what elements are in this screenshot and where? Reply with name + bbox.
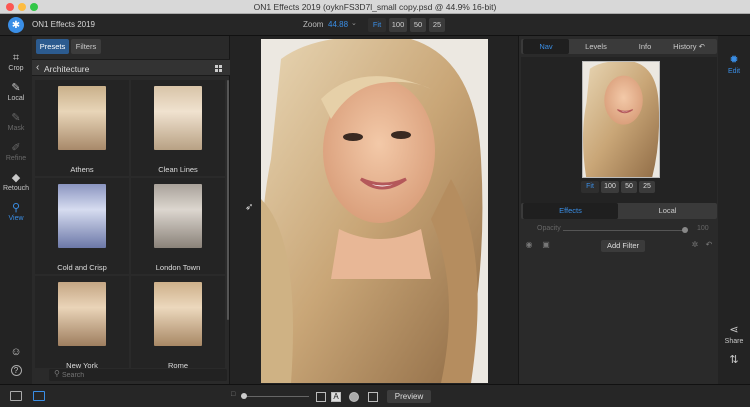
portrait-image: [261, 39, 488, 383]
right-panel: Nav Levels Info History ↶ Fit 100 50 25 …: [518, 36, 718, 384]
nav-tabs: Nav Levels Info History ↶: [521, 39, 717, 54]
toggle-left-panel-icon[interactable]: [10, 391, 22, 401]
category-breadcrumb[interactable]: ‹ Architecture: [32, 59, 230, 76]
opacity-control: Opacity 100: [519, 225, 719, 235]
account-icon[interactable]: ☺: [0, 346, 32, 358]
add-filter-button[interactable]: Add Filter: [601, 240, 645, 252]
retouch-icon: ◆: [11, 172, 21, 184]
opacity-label: Opacity: [537, 225, 561, 232]
app-name: ON1 Effects 2019: [32, 20, 95, 29]
zoom-25-button[interactable]: 25: [429, 18, 445, 32]
tool-retouch[interactable]: ◆ Retouch: [0, 172, 32, 192]
tab-nav[interactable]: Nav: [523, 39, 569, 54]
thumbnail-size-knob[interactable]: [241, 393, 247, 399]
preset-cold-and-crisp[interactable]: Cold and Crisp: [35, 178, 129, 274]
search-input[interactable]: [62, 370, 212, 380]
tool-crop[interactable]: ⌗ Crop: [0, 52, 32, 72]
help-icon[interactable]: ?: [0, 365, 32, 376]
grid-view-icon[interactable]: [215, 65, 222, 72]
mask-icon[interactable]: ▣: [541, 240, 551, 250]
opacity-slider-knob[interactable]: [682, 227, 688, 233]
tool-view[interactable]: ⚲ View: [0, 202, 32, 222]
top-toolbar: ✱ ON1 Effects 2019 Zoom 44.88 ⌄ Fit 100 …: [0, 14, 750, 36]
nav-fit-button[interactable]: Fit: [581, 181, 599, 193]
tab-filters[interactable]: Filters: [71, 39, 101, 54]
layer-tabs: Effects Local: [521, 203, 717, 219]
tool-refine[interactable]: ✐ Refine: [0, 142, 32, 162]
preset-thumbnail: [154, 282, 202, 346]
edit-note-icon[interactable]: [368, 392, 378, 402]
navigator: Fit 100 50 25: [521, 57, 717, 215]
nav-100-button[interactable]: 100: [601, 181, 619, 193]
chevron-left-icon[interactable]: ‹: [36, 62, 39, 73]
tab-presets[interactable]: Presets: [36, 39, 69, 54]
mouse-cursor-icon: ➶: [245, 202, 254, 213]
undo-icon: ↶: [698, 42, 705, 51]
tool-mask[interactable]: ✎ Mask: [0, 112, 32, 132]
small-thumb-icon: □: [231, 391, 236, 398]
zoom-label: Zoom: [303, 20, 324, 29]
preview-button[interactable]: Preview: [387, 390, 431, 403]
module-edit[interactable]: ✹ Edit: [718, 54, 750, 75]
export-icon[interactable]: ⇅: [718, 354, 750, 367]
tab-local[interactable]: Local: [620, 203, 715, 219]
window-title: ON1 Effects 2019 (oyknFS3D7l_small copy.…: [253, 2, 497, 12]
preset-thumbnail: [58, 86, 106, 150]
tab-history[interactable]: History ↶: [669, 39, 709, 54]
reset-icon[interactable]: ↶: [704, 240, 714, 250]
opacity-value: 100: [697, 225, 709, 232]
preset-rome[interactable]: Rome: [131, 276, 225, 370]
refine-brush-icon: ✐: [11, 142, 21, 154]
gear-icon[interactable]: ✲: [690, 240, 700, 250]
zoom-fit-button[interactable]: Fit: [368, 18, 386, 32]
filter-row: ◉ ▣ Add Filter ✲ ↶: [519, 239, 719, 253]
navigator-thumbnail[interactable]: [582, 61, 660, 178]
right-tool-rail: ✹ Edit ⋖ Share ⇅: [718, 36, 750, 384]
image-canvas[interactable]: [230, 36, 518, 384]
app-logo-icon: ✱: [8, 17, 24, 33]
chevron-down-icon[interactable]: ⌄: [351, 19, 357, 27]
preset-athens[interactable]: Athens: [35, 80, 129, 176]
zoom-value[interactable]: 44.88: [328, 20, 348, 29]
zoom-view-icon: ⚲: [11, 202, 21, 214]
preset-clean-lines[interactable]: Clean Lines: [131, 80, 225, 176]
opacity-slider[interactable]: [563, 230, 685, 231]
preset-new-york[interactable]: New York: [35, 276, 129, 370]
text-overlay-icon[interactable]: A: [331, 392, 341, 402]
nav-50-button[interactable]: 50: [621, 181, 637, 193]
preset-london-town[interactable]: London Town: [131, 178, 225, 274]
mask-view-icon[interactable]: [349, 392, 359, 402]
tab-levels[interactable]: Levels: [573, 39, 619, 54]
bottom-bar: □ A Preview: [0, 384, 750, 407]
tab-info[interactable]: Info: [623, 39, 667, 54]
preset-thumbnail: [154, 184, 202, 248]
window-title-bar: ON1 Effects 2019 (oyknFS3D7l_small copy.…: [0, 0, 750, 14]
preset-thumbnail: [58, 184, 106, 248]
module-share[interactable]: ⋖ Share: [718, 324, 750, 345]
left-tool-rail: ⌗ Crop ✎ Local ✎ Mask ✐ Refine ◆ Retouch…: [0, 36, 32, 384]
brush-icon: ✎: [11, 82, 21, 94]
category-title: Architecture: [44, 64, 90, 74]
edit-gear-icon: ✹: [729, 54, 739, 66]
camera-icon[interactable]: ◉: [524, 240, 534, 250]
tool-local[interactable]: ✎ Local: [0, 82, 32, 102]
zoom-50-button[interactable]: 50: [410, 18, 426, 32]
tab-effects[interactable]: Effects: [523, 203, 618, 219]
share-icon: ⋖: [729, 324, 739, 336]
toggle-filmstrip-icon[interactable]: [33, 391, 45, 401]
presets-panel: Presets Filters ‹ Architecture Athens Cl…: [32, 36, 230, 384]
zoom-100-button[interactable]: 100: [389, 18, 407, 32]
preset-thumbnail: [58, 282, 106, 346]
nav-25-button[interactable]: 25: [639, 181, 655, 193]
thumbnail-size-slider[interactable]: [241, 393, 309, 399]
mask-brush-icon: ✎: [11, 112, 21, 124]
search-icon: ⚲: [54, 369, 60, 378]
crop-icon: ⌗: [12, 52, 20, 64]
preset-search: ⚲: [49, 369, 227, 381]
portrait-photo[interactable]: [261, 39, 488, 383]
compare-icon[interactable]: [316, 392, 326, 402]
preset-thumbnail: [154, 86, 202, 150]
presets-scrollbar[interactable]: [227, 80, 229, 320]
